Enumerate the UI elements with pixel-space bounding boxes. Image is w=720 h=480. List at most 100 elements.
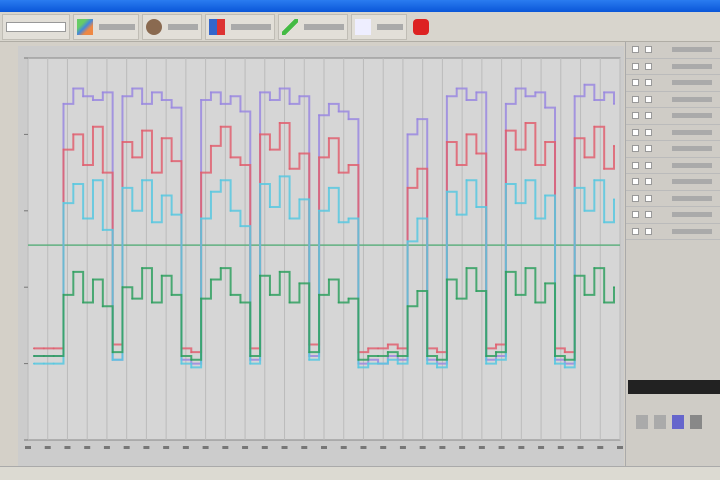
- channel-row[interactable]: [626, 174, 720, 191]
- data-point-purple: [170, 106, 173, 109]
- toolbar-button-curve[interactable]: [278, 13, 348, 40]
- channel-label: [672, 96, 712, 102]
- data-point-green: [62, 293, 65, 296]
- channel-visible-checkbox[interactable]: [645, 95, 652, 103]
- channel-checkbox[interactable]: [632, 112, 639, 120]
- channel-checkbox[interactable]: [632, 194, 639, 202]
- data-point-purple: [445, 95, 448, 98]
- data-point-red: [504, 129, 507, 132]
- channel-visible-checkbox[interactable]: [645, 211, 652, 219]
- data-point-purple: [121, 95, 124, 98]
- data-point-cyan: [386, 358, 389, 361]
- channel-row[interactable]: [626, 42, 720, 59]
- data-point-red: [475, 152, 478, 155]
- channel-row[interactable]: [626, 207, 720, 224]
- data-point-cyan: [475, 205, 478, 208]
- data-point-cyan: [455, 213, 458, 216]
- data-point-green: [504, 270, 507, 273]
- channel-label: [672, 228, 712, 234]
- channel-checkbox[interactable]: [632, 128, 639, 136]
- channel-checkbox[interactable]: [632, 227, 639, 235]
- data-point-cyan: [583, 209, 586, 212]
- play-button[interactable]: [636, 415, 648, 429]
- data-point-red: [91, 125, 94, 128]
- channel-visible-checkbox[interactable]: [645, 128, 652, 136]
- x-tick-label: [222, 446, 229, 449]
- data-point-green: [563, 358, 566, 361]
- toolbar-button-chart[interactable]: [73, 13, 139, 40]
- data-point-cyan: [554, 362, 557, 365]
- record-button[interactable]: [672, 415, 684, 429]
- channel-row[interactable]: [626, 108, 720, 125]
- toolbar-button-settings[interactable]: [142, 13, 202, 40]
- data-point-green: [357, 358, 360, 361]
- channel-row[interactable]: [626, 224, 720, 240]
- data-point-red: [337, 171, 340, 174]
- channel-visible-checkbox[interactable]: [645, 227, 652, 235]
- data-point-cyan: [534, 217, 537, 220]
- data-point-green: [200, 297, 203, 300]
- channel-checkbox[interactable]: [632, 46, 639, 54]
- channel-row[interactable]: [626, 59, 720, 75]
- data-point-purple: [613, 102, 615, 105]
- channel-row[interactable]: [626, 158, 720, 174]
- data-point-green: [416, 290, 419, 293]
- channel-checkbox[interactable]: [632, 178, 639, 186]
- toolbar-button-document[interactable]: [351, 13, 407, 40]
- channel-row[interactable]: [626, 191, 720, 207]
- channel-checkbox[interactable]: [632, 161, 639, 169]
- channel-row[interactable]: [626, 75, 720, 92]
- channel-checkbox[interactable]: [632, 145, 639, 153]
- channel-visible-checkbox[interactable]: [645, 112, 652, 120]
- stop-playback-button[interactable]: [690, 415, 702, 429]
- channel-label: [672, 179, 712, 185]
- channel-visible-checkbox[interactable]: [645, 161, 652, 169]
- value-readout: [628, 380, 720, 394]
- data-point-purple: [603, 91, 606, 94]
- data-point-red: [278, 121, 281, 124]
- data-point-cyan: [160, 194, 163, 197]
- channel-visible-checkbox[interactable]: [645, 145, 652, 153]
- channel-checkbox[interactable]: [632, 79, 639, 87]
- channel-visible-checkbox[interactable]: [645, 178, 652, 186]
- data-point-cyan: [603, 221, 606, 224]
- channel-checkbox[interactable]: [632, 62, 639, 70]
- start-field[interactable]: [6, 21, 66, 32]
- channel-checkbox[interactable]: [632, 95, 639, 103]
- channel-visible-checkbox[interactable]: [645, 46, 652, 54]
- channel-row[interactable]: [626, 125, 720, 141]
- x-tick-label: [202, 446, 209, 449]
- channel-visible-checkbox[interactable]: [645, 79, 652, 87]
- data-point-cyan: [180, 362, 183, 365]
- data-point-cyan: [298, 198, 301, 201]
- pause-button[interactable]: [654, 415, 666, 429]
- line-chart[interactable]: [18, 46, 624, 466]
- data-point-red: [268, 148, 271, 151]
- chart-panel[interactable]: [18, 46, 624, 466]
- toolbar-button-channels[interactable]: [205, 13, 275, 40]
- channel-checkbox[interactable]: [632, 211, 639, 219]
- document-icon: [355, 18, 371, 35]
- data-point-purple: [131, 87, 134, 90]
- data-point-green: [583, 293, 586, 296]
- playback-controls: [628, 410, 720, 434]
- data-point-red: [465, 133, 468, 136]
- channel-row[interactable]: [626, 92, 720, 108]
- data-point-purple: [475, 91, 478, 94]
- data-point-red: [101, 171, 104, 174]
- data-point-purple: [219, 102, 222, 105]
- data-point-green: [160, 274, 163, 277]
- channel-row[interactable]: [626, 141, 720, 158]
- x-tick-label: [301, 446, 308, 449]
- channel-visible-checkbox[interactable]: [645, 194, 652, 202]
- data-point-red: [603, 167, 606, 170]
- data-point-cyan: [504, 183, 507, 186]
- x-tick-label: [25, 446, 31, 449]
- time-range-fields[interactable]: [2, 13, 70, 40]
- channel-visible-checkbox[interactable]: [645, 62, 652, 70]
- stop-icon: [413, 18, 429, 35]
- data-point-green: [514, 293, 517, 296]
- stop-button[interactable]: [410, 14, 435, 40]
- data-point-green: [209, 278, 212, 281]
- data-point-red: [318, 156, 321, 159]
